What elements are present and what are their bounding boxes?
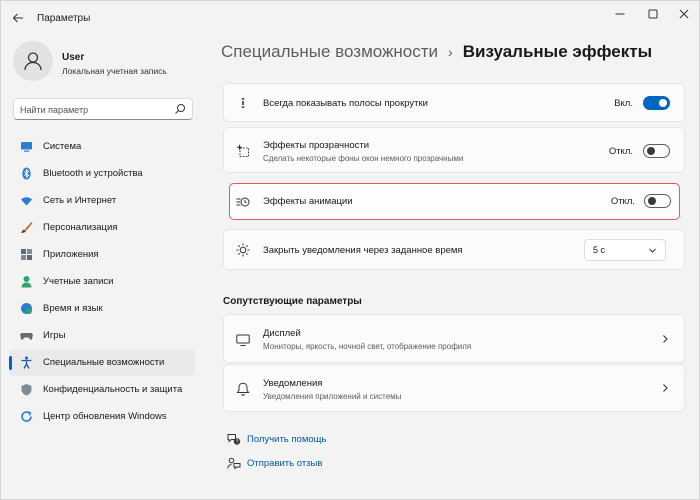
arrow-left-icon: [12, 13, 23, 23]
close-icon: [679, 9, 689, 19]
scrollbars-toggle[interactable]: [643, 96, 670, 110]
minimize-icon: [615, 13, 625, 15]
related-item-notifications[interactable]: Уведомления Уведомления приложений и сис…: [223, 364, 685, 412]
maximize-icon: [648, 9, 658, 19]
close-button[interactable]: [671, 5, 697, 23]
setting-notifications-timeout: Закрыть уведомления через заданное время…: [223, 229, 685, 270]
maximize-button[interactable]: [640, 5, 666, 23]
app-title: Параметры: [37, 13, 91, 24]
minimize-button[interactable]: [607, 5, 633, 23]
chevron-right-icon: [663, 335, 668, 343]
update-icon: [19, 410, 33, 424]
search-icon[interactable]: [174, 103, 186, 115]
sidebar-item-accounts[interactable]: Учетные записи: [9, 268, 195, 295]
setting-title: Эффекты анимации: [263, 196, 353, 207]
sidebar-item-network[interactable]: Сеть и Интернет: [9, 187, 195, 214]
user-icon: [24, 52, 42, 71]
gamepad-icon: [19, 329, 33, 343]
setting-animation: Эффекты анимации Откл.: [229, 183, 680, 220]
breadcrumb-separator: ›: [448, 44, 453, 60]
back-button[interactable]: [9, 9, 27, 27]
monitor-icon: [19, 140, 33, 154]
bell-icon: [236, 382, 250, 396]
chevron-down-icon: [649, 248, 656, 253]
breadcrumb-parent[interactable]: Специальные возможности: [221, 42, 438, 62]
sidebar-item-system[interactable]: Система: [9, 133, 195, 160]
apps-icon: [19, 248, 33, 262]
sidebar-nav: Система Bluetooth и устройства Сеть и Ин…: [9, 133, 195, 430]
avatar[interactable]: [13, 41, 53, 81]
feedback-link[interactable]: Отправить отзыв: [227, 456, 322, 470]
toggle-state-label: Откл.: [610, 196, 635, 207]
timeout-dropdown[interactable]: 5 с: [584, 239, 666, 261]
brush-icon: [19, 221, 33, 235]
setting-title: Эффекты прозрачности: [263, 140, 370, 151]
toggle-knob: [659, 99, 667, 107]
transparency-icon: [236, 144, 250, 158]
setting-description: Сделать некоторые фоны окон немного проз…: [263, 154, 464, 163]
related-item-description: Мониторы, яркость, ночной свет, отображе…: [263, 342, 472, 351]
sidebar-item-gaming[interactable]: Игры: [9, 322, 195, 349]
user-name: User: [62, 52, 85, 63]
person-icon: [19, 275, 33, 289]
sidebar-item-personalization[interactable]: Персонализация: [9, 214, 195, 241]
svg-text:?: ?: [236, 439, 239, 445]
scrollbar-icon: [236, 96, 250, 110]
sidebar-item-privacy[interactable]: Конфиденциальность и защита: [9, 376, 195, 403]
related-item-title: Уведомления: [263, 378, 323, 389]
related-item-title: Дисплей: [263, 328, 301, 339]
setting-title: Всегда показывать полосы прокрутки: [263, 98, 428, 109]
chevron-right-icon: [663, 384, 668, 392]
globe-clock-icon: [19, 302, 33, 316]
settings-window: Параметры User Локальная учетная запись …: [0, 0, 700, 500]
shield-icon: [19, 383, 33, 397]
search-input[interactable]: [20, 102, 170, 117]
sidebar-item-time-language[interactable]: Время и язык: [9, 295, 195, 322]
sidebar-item-windows-update[interactable]: Центр обновления Windows: [9, 403, 195, 430]
feedback-icon: [227, 456, 241, 470]
search-box[interactable]: [13, 98, 193, 120]
bluetooth-icon: [19, 167, 33, 181]
transparency-toggle[interactable]: [643, 144, 670, 158]
related-item-display[interactable]: Дисплей Мониторы, яркость, ночной свет, …: [223, 314, 685, 363]
accessibility-icon: [19, 356, 33, 370]
title-bar: Параметры: [1, 1, 699, 35]
sidebar-item-bluetooth[interactable]: Bluetooth и устройства: [9, 160, 195, 187]
brightness-icon: [236, 243, 250, 257]
toggle-knob: [648, 197, 656, 205]
breadcrumb: Специальные возможности › Визуальные эфф…: [221, 42, 652, 62]
setting-scrollbars: Всегда показывать полосы прокрутки Вкл.: [223, 83, 685, 122]
help-icon: ?: [227, 432, 241, 446]
related-item-description: Уведомления приложений и системы: [263, 392, 402, 401]
sidebar-item-apps[interactable]: Приложения: [9, 241, 195, 268]
setting-transparency: Эффекты прозрачности Сделать некоторые ф…: [223, 127, 685, 173]
wifi-icon: [19, 194, 33, 208]
help-link[interactable]: ? Получить помощь: [227, 432, 326, 446]
animation-icon: [236, 195, 250, 209]
related-section-title: Сопутствующие параметры: [223, 296, 362, 307]
toggle-state-label: Вкл.: [614, 98, 633, 109]
dropdown-value: 5 с: [593, 245, 606, 255]
display-icon: [236, 333, 250, 347]
toggle-knob: [647, 147, 655, 155]
setting-title: Закрыть уведомления через заданное время: [263, 245, 463, 256]
sidebar-item-accessibility[interactable]: Специальные возможности: [9, 349, 195, 376]
animation-toggle[interactable]: [644, 194, 671, 208]
account-type: Локальная учетная запись: [62, 66, 167, 76]
page-title: Визуальные эффекты: [462, 42, 653, 61]
toggle-state-label: Откл.: [608, 146, 633, 157]
